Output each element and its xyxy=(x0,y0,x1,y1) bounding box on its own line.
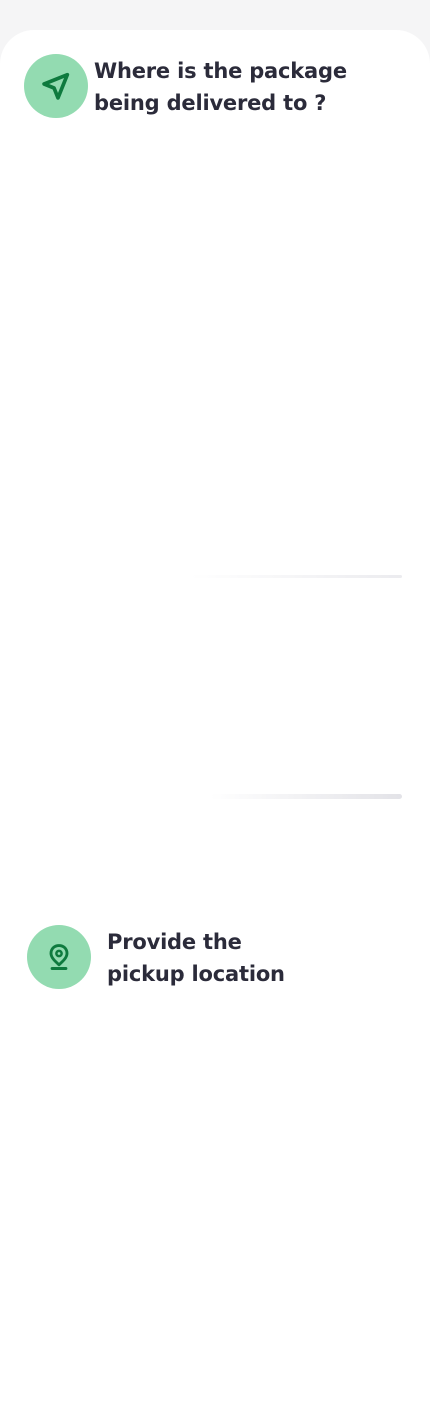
pickup-location-section: Provide the pickup location xyxy=(0,910,430,1413)
delivery-destination-heading: Where is the package being delivered to … xyxy=(94,55,347,119)
delivery-sheet: Where is the package being delivered to … xyxy=(0,30,430,1413)
delivery-heading-line-2: being delivered to ? xyxy=(94,91,327,115)
delivery-heading-line-1: Where is the package xyxy=(94,59,347,83)
faint-divider xyxy=(210,794,402,799)
pickup-location-heading: Provide the pickup location xyxy=(107,926,285,990)
pickup-heading-line-2: pickup location xyxy=(107,962,285,986)
map-pin-icon xyxy=(49,944,69,971)
delivery-icon-badge xyxy=(24,54,88,118)
pickup-icon-badge xyxy=(27,925,91,989)
faint-divider xyxy=(190,575,402,578)
navigation-arrow-icon xyxy=(42,72,70,100)
delivery-destination-section: Where is the package being delivered to … xyxy=(0,30,430,910)
pickup-heading-line-1: Provide the xyxy=(107,930,242,954)
